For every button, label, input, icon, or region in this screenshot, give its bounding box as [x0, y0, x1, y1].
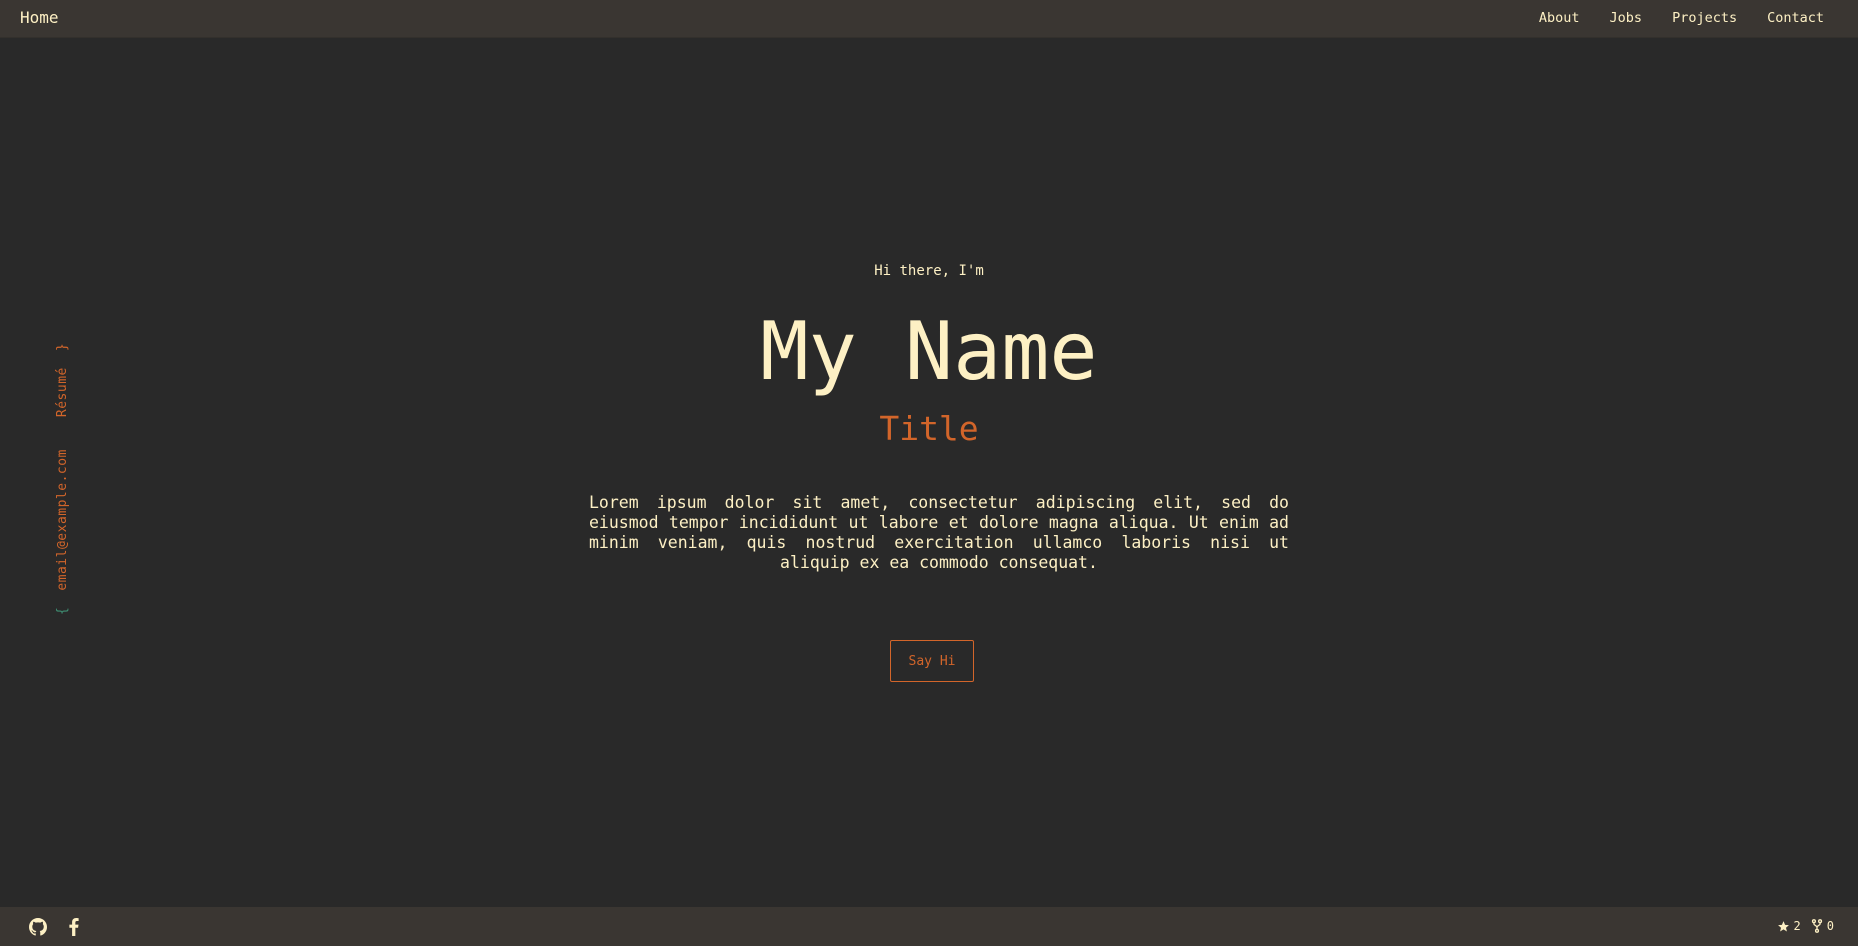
- say-hi-button[interactable]: Say Hi: [890, 640, 974, 682]
- hero-name: My Name: [760, 305, 1098, 398]
- social-icons: [29, 918, 83, 936]
- side-brace-open: {: [54, 606, 70, 615]
- side-email-link[interactable]: email@example.com: [55, 449, 70, 591]
- nav-link-projects[interactable]: Projects: [1672, 0, 1737, 36]
- hero-title: Title: [879, 409, 979, 448]
- nav-links: About Jobs Projects Contact: [1539, 0, 1824, 36]
- nav-home-link[interactable]: Home: [20, 0, 59, 36]
- star-icon: [1777, 920, 1789, 931]
- facebook-icon[interactable]: [65, 918, 83, 936]
- fork-icon: [1811, 919, 1822, 933]
- top-navbar: Home About Jobs Projects Contact: [0, 0, 1858, 38]
- nav-link-jobs[interactable]: Jobs: [1610, 0, 1643, 36]
- repo-stats[interactable]: 2 0: [1777, 907, 1834, 945]
- forks-stat: 0: [1811, 907, 1834, 945]
- stars-stat: 2: [1777, 907, 1801, 945]
- nav-link-contact[interactable]: Contact: [1767, 0, 1824, 36]
- nav-link-about[interactable]: About: [1539, 0, 1580, 36]
- footer-bar: 2 0: [0, 907, 1858, 946]
- hero-greeting: Hi there, I'm: [874, 263, 984, 279]
- stars-count: 2: [1793, 919, 1801, 933]
- forks-count: 0: [1826, 919, 1834, 933]
- github-icon[interactable]: [29, 918, 47, 936]
- hero-bio: Lorem ipsum dolor sit amet, consectetur …: [589, 493, 1289, 572]
